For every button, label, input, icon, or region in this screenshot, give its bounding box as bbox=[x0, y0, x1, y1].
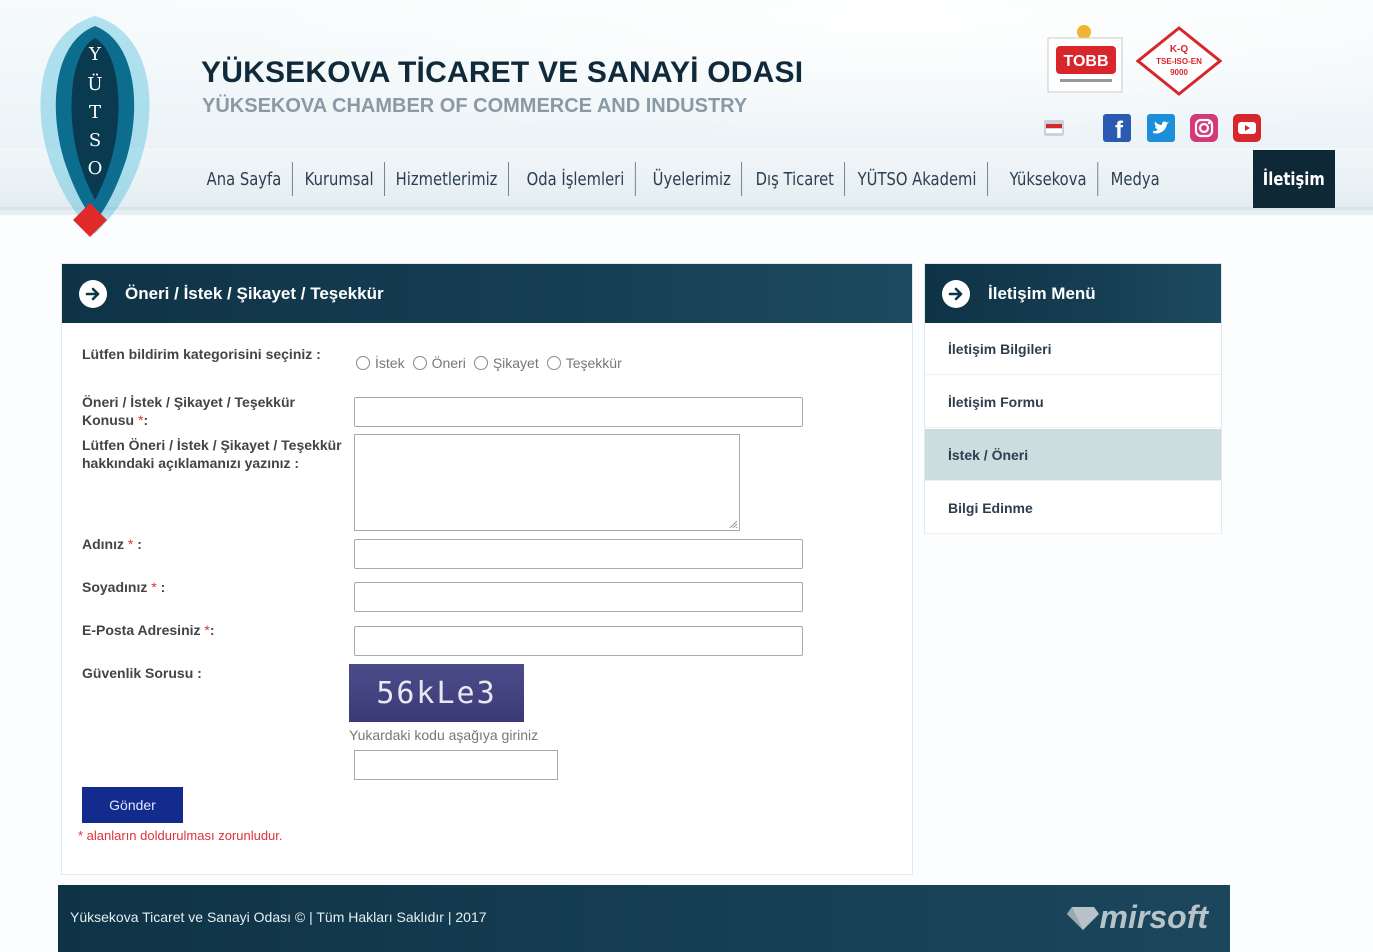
radio-label: Öneri bbox=[431, 355, 466, 371]
label-colon: : bbox=[160, 579, 166, 595]
subject-input[interactable] bbox=[354, 397, 803, 427]
footer-copyright: Yüksekova Ticaret ve Sanayi Odası © | Tü… bbox=[70, 909, 487, 925]
logo-letter: S bbox=[89, 130, 101, 151]
captcha-hint: Yukardaki kodu aşağıya giriniz bbox=[349, 727, 539, 743]
radio-circle-icon bbox=[546, 356, 561, 370]
radio-label: İstek bbox=[375, 355, 405, 371]
footer-brand-name: mirsoft bbox=[1099, 899, 1208, 935]
radio-label: Şikayet bbox=[492, 355, 539, 371]
diamond-icon bbox=[1066, 906, 1099, 930]
nav-item-ana-sayfa[interactable]: Ana Sayfa bbox=[196, 162, 293, 196]
site-subtitle: YÜKSEKOVA CHAMBER OF COMMERCE AND INDUST… bbox=[202, 95, 748, 117]
contact-side-menu: İletişim Menü İletişim Bilgileri İletişi… bbox=[924, 263, 1222, 534]
label-colon: : bbox=[209, 622, 215, 638]
subject-label-text: Öneri / İstek / Şikayet / Teşekkür Konus… bbox=[82, 394, 295, 428]
nav-item-kurumsal[interactable]: Kurumsal bbox=[294, 162, 386, 196]
name-label: Adınız * : bbox=[82, 535, 142, 553]
required-mark: * bbox=[127, 536, 134, 552]
description-textarea[interactable] bbox=[354, 434, 740, 531]
iso-badge[interactable]: K-Q TSE-ISO-EN 9000 bbox=[1135, 26, 1223, 96]
label-colon: : bbox=[137, 536, 142, 552]
submit-button[interactable]: Gönder bbox=[82, 787, 183, 823]
email-input[interactable] bbox=[354, 626, 803, 656]
email-label-text: E-Posta Adresiniz bbox=[82, 622, 201, 638]
nav-item-iletisim-label: İletişim bbox=[1263, 168, 1325, 190]
radio-circle-icon bbox=[473, 356, 488, 370]
facebook-icon[interactable]: f bbox=[1103, 114, 1131, 142]
side-menu-header: İletişim Menü bbox=[925, 264, 1221, 323]
arrow-right-icon bbox=[79, 279, 107, 308]
instagram-icon[interactable] bbox=[1190, 114, 1218, 142]
radio-oneri[interactable]: Öneri bbox=[412, 355, 466, 371]
radio-label: Teşekkür bbox=[565, 355, 622, 371]
category-radio-group: İstek Öneri Şikayet Teşekkür bbox=[356, 355, 630, 371]
logo-letter: Ü bbox=[87, 72, 102, 95]
nav-item-medya[interactable]: Medya bbox=[1100, 162, 1170, 196]
label-colon: : bbox=[143, 412, 149, 428]
youtube-icon[interactable] bbox=[1233, 114, 1261, 142]
side-menu-item-iletisim-formu[interactable]: İletişim Formu bbox=[925, 376, 1221, 428]
flag-icon[interactable] bbox=[1040, 114, 1068, 142]
form-panel-header: Öneri / İstek / Şikayet / Teşekkür bbox=[62, 264, 912, 323]
nav-item-yutso-akademi[interactable]: YÜTSO Akademi bbox=[847, 162, 989, 196]
captcha-input[interactable] bbox=[354, 750, 558, 780]
side-menu-item-istek-oneri[interactable]: İstek / Öneri bbox=[925, 429, 1221, 481]
radio-sikayet[interactable]: Şikayet bbox=[473, 355, 539, 371]
logo-letter: O bbox=[88, 158, 103, 179]
description-label: Lütfen Öneri / İstek / Şikayet / Teşekkü… bbox=[82, 437, 342, 471]
logo-emblem-icon: Y Ü T S O bbox=[40, 16, 150, 237]
svg-text:f: f bbox=[1115, 117, 1124, 142]
subject-label: Öneri / İstek / Şikayet / Teşekkür Konus… bbox=[82, 393, 344, 429]
site-title: YÜKSEKOVA TİCARET VE SANAYİ ODASI bbox=[201, 56, 804, 89]
captcha-image: 56kLe3 bbox=[349, 664, 524, 722]
email-label: E-Posta Adresiniz *: bbox=[82, 621, 215, 639]
surname-label: Soyadınız * : bbox=[82, 578, 165, 596]
side-menu-title: İletişim Menü bbox=[988, 283, 1096, 303]
logo-letter: Y bbox=[88, 44, 102, 65]
nav-item-dis-ticaret[interactable]: Dış Ticaret bbox=[745, 162, 846, 196]
feedback-form-panel: Öneri / İstek / Şikayet / Teşekkür Lütfe… bbox=[61, 263, 913, 875]
category-label: Lütfen bildirim kategorisini seçiniz : bbox=[82, 346, 321, 362]
main-nav: Ana Sayfa Kurumsal Hizmetlerimiz Oda İşl… bbox=[196, 150, 1166, 208]
iso-label: 9000 bbox=[1170, 68, 1188, 77]
surname-label-text: Soyadınız bbox=[82, 579, 148, 595]
site-logo[interactable]: Y Ü T S O bbox=[20, 12, 170, 237]
twitter-icon[interactable] bbox=[1147, 114, 1175, 142]
nav-item-hizmetlerimiz[interactable]: Hizmetlerimiz bbox=[385, 162, 509, 196]
tobb-label: TOBB bbox=[1063, 53, 1108, 70]
iso-label: K-Q bbox=[1170, 44, 1189, 55]
logo-letter: T bbox=[89, 102, 101, 123]
radio-circle-icon bbox=[412, 356, 427, 370]
radio-istek[interactable]: İstek bbox=[356, 355, 405, 371]
iso-certificate-icon: K-Q TSE-ISO-EN 9000 bbox=[1135, 26, 1223, 96]
footer: Yüksekova Ticaret ve Sanayi Odası © | Tü… bbox=[58, 885, 1230, 952]
required-mark: * bbox=[151, 579, 157, 595]
resize-handle-icon[interactable] bbox=[728, 519, 738, 529]
footer-brand[interactable]: mirsoft bbox=[1066, 899, 1208, 936]
required-fields-note: * alanların doldurulması zorunludur. bbox=[78, 828, 283, 843]
nav-item-yuksekova[interactable]: Yüksekova bbox=[999, 162, 1099, 196]
nav-item-oda-islemleri[interactable]: Oda İşlemleri bbox=[516, 162, 636, 196]
side-menu-item-bilgi-edinme[interactable]: Bilgi Edinme bbox=[925, 482, 1221, 534]
tobb-logo-icon: TOBB bbox=[1047, 25, 1123, 93]
surname-input[interactable] bbox=[354, 582, 803, 612]
security-label: Güvenlik Sorusu : bbox=[82, 665, 202, 681]
nav-item-iletisim[interactable]: İletişim bbox=[1253, 150, 1335, 208]
iso-label: TSE-ISO-EN bbox=[1156, 57, 1202, 66]
name-label-text: Adınız bbox=[82, 536, 124, 552]
radio-tesekkur[interactable]: Teşekkür bbox=[546, 355, 622, 371]
tobb-badge[interactable]: TOBB bbox=[1046, 24, 1126, 94]
name-input[interactable] bbox=[354, 539, 803, 569]
radio-circle-icon bbox=[356, 356, 370, 370]
form-panel-title: Öneri / İstek / Şikayet / Teşekkür bbox=[125, 283, 384, 303]
arrow-right-icon bbox=[942, 279, 970, 308]
nav-item-uyelerimiz[interactable]: Üyelerimiz bbox=[642, 162, 743, 196]
side-menu-item-iletisim-bilgileri[interactable]: İletişim Bilgileri bbox=[925, 323, 1221, 375]
